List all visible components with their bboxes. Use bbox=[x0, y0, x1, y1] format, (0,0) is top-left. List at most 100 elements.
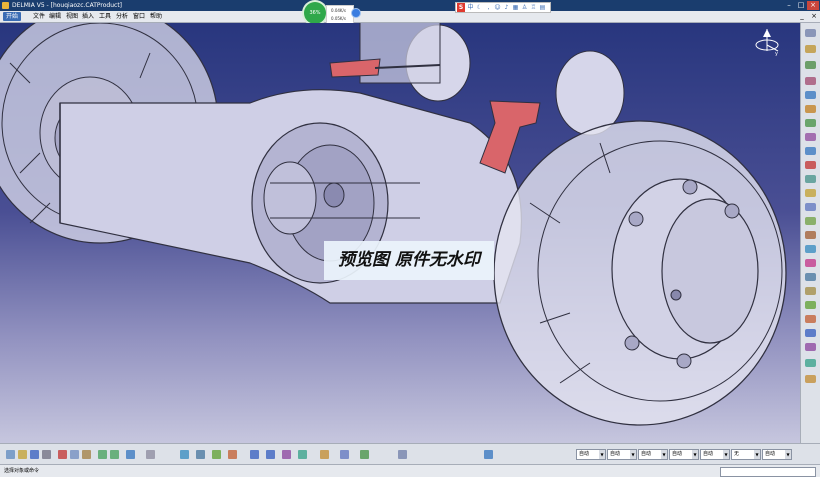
chevron-down-icon: ▼ bbox=[599, 450, 605, 459]
move-icon[interactable] bbox=[805, 147, 816, 155]
section-icon[interactable] bbox=[805, 203, 816, 211]
status-bar: 选择对象或命令 bbox=[0, 464, 820, 477]
copy-icon[interactable] bbox=[70, 450, 79, 459]
fly-icon[interactable] bbox=[180, 450, 189, 459]
doc-minimize-button[interactable]: _ bbox=[796, 12, 808, 21]
combo-3[interactable]: 自动 ▼ bbox=[638, 449, 668, 460]
combo-6[interactable]: 无 ▼ bbox=[731, 449, 761, 460]
doc-close-button[interactable]: × bbox=[808, 12, 820, 21]
normal-view-icon[interactable] bbox=[282, 450, 291, 459]
cut-icon[interactable] bbox=[58, 450, 67, 459]
menu-help[interactable]: 帮助 bbox=[150, 12, 162, 21]
product-icon[interactable] bbox=[805, 61, 816, 69]
moon-icon[interactable]: ☾ bbox=[476, 4, 483, 11]
hide-show-icon[interactable] bbox=[340, 450, 349, 459]
measure-icon[interactable] bbox=[805, 231, 816, 239]
catalog-icon[interactable] bbox=[805, 133, 816, 141]
clash-icon[interactable] bbox=[805, 189, 816, 197]
punctuation-icon[interactable]: , bbox=[485, 4, 492, 11]
assembly-icon[interactable] bbox=[805, 105, 816, 113]
rotate-icon[interactable] bbox=[228, 450, 237, 459]
zoom-in-icon[interactable] bbox=[250, 450, 259, 459]
sketch-icon[interactable] bbox=[805, 45, 816, 53]
close-button[interactable]: × bbox=[807, 1, 819, 10]
browser-icon[interactable] bbox=[351, 8, 361, 18]
network-percent-badge: 36% bbox=[304, 2, 326, 24]
menu-file[interactable]: 文件 bbox=[33, 12, 45, 21]
iso-view-icon[interactable] bbox=[298, 450, 307, 459]
minimize-button[interactable]: – bbox=[783, 1, 795, 10]
properties-icon[interactable] bbox=[805, 329, 816, 337]
chevron-down-icon: ▼ bbox=[754, 450, 760, 459]
print-icon[interactable] bbox=[42, 450, 51, 459]
view-icon[interactable] bbox=[805, 259, 816, 267]
annotation-icon[interactable] bbox=[805, 245, 816, 253]
simulation-icon[interactable] bbox=[805, 343, 816, 351]
render-icon[interactable] bbox=[805, 375, 816, 383]
fit-all-icon[interactable] bbox=[196, 450, 205, 459]
chinese-mode-icon[interactable]: 中 bbox=[467, 4, 474, 11]
update-icon[interactable] bbox=[484, 450, 493, 459]
menu-start[interactable]: 开始 bbox=[3, 12, 22, 21]
snap-icon[interactable] bbox=[805, 161, 816, 169]
shading-icon[interactable] bbox=[320, 450, 329, 459]
distance-icon[interactable] bbox=[805, 217, 816, 225]
pan-icon[interactable] bbox=[212, 450, 221, 459]
chevron-down-icon: ▼ bbox=[785, 450, 791, 459]
grid-icon[interactable] bbox=[398, 450, 407, 459]
right-brake-drum bbox=[493, 120, 787, 426]
menu-tools[interactable]: 工具 bbox=[99, 12, 111, 21]
explode-icon[interactable] bbox=[805, 175, 816, 183]
combo-7[interactable]: 自动 ▼ bbox=[762, 449, 792, 460]
grid-menu-icon[interactable]: ▤ bbox=[539, 4, 546, 11]
3d-viewport[interactable]: 预览图 原件无水印 bbox=[0, 23, 800, 443]
axle-assembly-model bbox=[0, 23, 787, 426]
network-speed-widget[interactable]: 36% 0.04K/s 0.05K/s bbox=[304, 2, 361, 24]
scene-icon[interactable] bbox=[805, 273, 816, 281]
part-icon[interactable] bbox=[805, 91, 816, 99]
formula-icon[interactable] bbox=[146, 450, 155, 459]
combo-4[interactable]: 自动 ▼ bbox=[669, 449, 699, 460]
keyboard-icon[interactable]: ▦ bbox=[512, 4, 519, 11]
emoji-icon[interactable]: ☺ bbox=[494, 4, 501, 11]
menu-analyze[interactable]: 分析 bbox=[116, 12, 128, 21]
compass-label: y bbox=[775, 51, 778, 57]
download-speed: 0.05K/s bbox=[331, 16, 346, 21]
save-icon[interactable] bbox=[30, 450, 39, 459]
chevron-down-icon: ▼ bbox=[630, 450, 636, 459]
swap-icon[interactable] bbox=[360, 450, 369, 459]
bom-icon[interactable] bbox=[805, 315, 816, 323]
ime-toolbar[interactable]: S 中 ☾ , ☺ ♪ ▦ ♙ ♖ ▤ bbox=[455, 2, 551, 13]
mic-icon[interactable]: ♪ bbox=[503, 4, 510, 11]
kinematics-icon[interactable] bbox=[805, 359, 816, 367]
menu-insert[interactable]: 插入 bbox=[82, 12, 94, 21]
whats-this-icon[interactable] bbox=[126, 450, 135, 459]
maximize-button[interactable]: □ bbox=[795, 1, 807, 10]
combo-1[interactable]: 自动 ▼ bbox=[576, 449, 606, 460]
combo-2[interactable]: 自动 ▼ bbox=[607, 449, 637, 460]
window-title: DELMIA V5 - [houqiaozc.CATProduct] bbox=[12, 2, 123, 9]
sogou-logo-icon[interactable]: S bbox=[457, 3, 465, 12]
redo-icon[interactable] bbox=[110, 450, 119, 459]
compass-widget[interactable]: y bbox=[752, 25, 782, 59]
combo-5[interactable]: 自动 ▼ bbox=[700, 449, 730, 460]
constraint-icon[interactable] bbox=[805, 119, 816, 127]
component-icon[interactable] bbox=[805, 77, 816, 85]
network-speed-box: 0.04K/s 0.05K/s bbox=[326, 5, 354, 24]
menu-view[interactable]: 视图 bbox=[66, 12, 78, 21]
watermark-banner: 预览图 原件无水印 bbox=[324, 241, 494, 280]
menu-window[interactable]: 窗口 bbox=[133, 12, 145, 21]
delmia-app-icon bbox=[2, 2, 9, 9]
publish-icon[interactable] bbox=[805, 287, 816, 295]
select-icon[interactable] bbox=[805, 29, 816, 37]
open-icon[interactable] bbox=[18, 450, 27, 459]
menu-edit[interactable]: 编辑 bbox=[49, 12, 61, 21]
paste-icon[interactable] bbox=[82, 450, 91, 459]
title-bar: DELMIA V5 - [houqiaozc.CATProduct] – □ × bbox=[0, 0, 820, 11]
new-icon[interactable] bbox=[6, 450, 15, 459]
user-icon[interactable]: ♙ bbox=[521, 4, 528, 11]
zoom-out-icon[interactable] bbox=[266, 450, 275, 459]
shirt-icon[interactable]: ♖ bbox=[530, 4, 537, 11]
undo-icon[interactable] bbox=[98, 450, 107, 459]
manip-icon[interactable] bbox=[805, 301, 816, 309]
